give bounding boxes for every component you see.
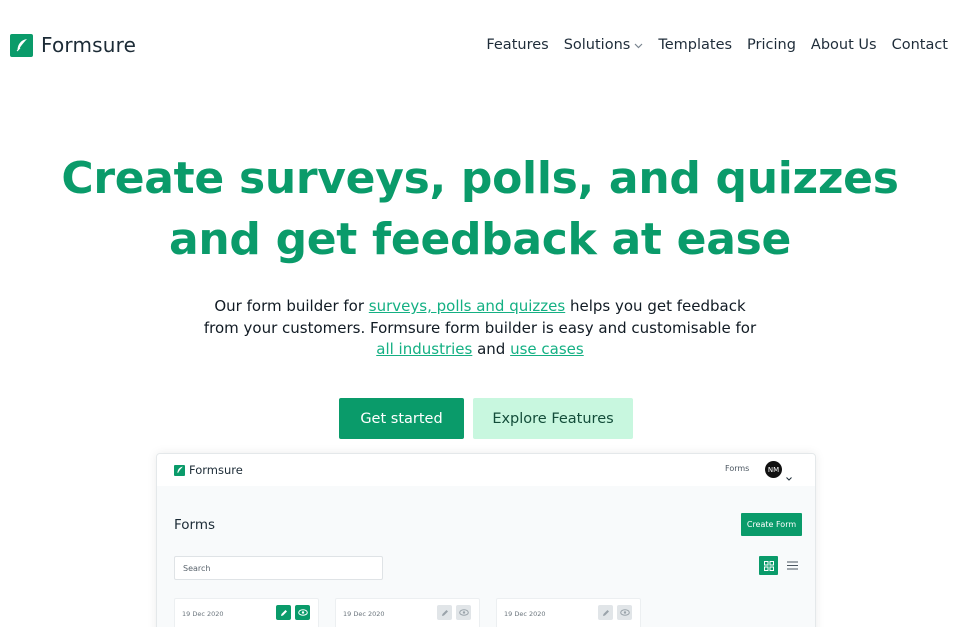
menu-item-label: Features [486,36,549,53]
preview-brand: Formsure [174,463,243,477]
menu-item-label: About Us [810,36,877,53]
menu-item-pricing[interactable]: Pricing [747,37,796,53]
preview-top-bar: Formsure Forms NM [157,454,815,486]
eye-icon [617,605,632,620]
preview-brand-name: Formsure [189,463,243,477]
menu-item-solutions[interactable]: Solutions [564,36,644,53]
explore-features-button[interactable]: Explore Features [473,398,633,439]
feather-logo-icon [10,33,33,57]
preview-create-form-button: Create Form [741,513,802,536]
main-menu: Features Solutions Templates Pricing Abo… [471,36,948,53]
use-cases-link[interactable]: use cases [510,340,584,358]
menu-item-label: Templates [658,36,733,53]
eye-icon [456,605,471,620]
edit-icon [276,605,291,620]
surveys-link[interactable]: surveys, polls and quizzes [369,297,565,315]
card-date: 19 Dec 2020 [343,610,385,618]
site-header: Formsure Features Solutions Templates Pr… [0,0,960,90]
preview-form-card: 19 Dec 2020 [496,598,641,627]
menu-item-label: Contact [891,36,948,53]
feather-logo-icon [174,464,185,476]
menu-item-features[interactable]: Features [486,37,548,53]
hero-title: Create surveys, polls, and quizzes and g… [0,148,960,270]
hero-description: Our form builder for surveys, polls and … [200,296,760,361]
menu-item-label: Pricing [747,36,796,53]
card-date: 19 Dec 2020 [504,610,546,618]
avatar: NM [765,461,782,478]
edit-icon [437,605,452,620]
menu-item-label: Solutions [563,36,631,53]
hero-title-line-2: and get feedback at ease [168,214,792,265]
eye-icon [295,605,310,620]
chevron-down-icon [786,466,792,485]
list-icon [785,558,799,572]
hero-desc-text: Our form builder for [214,297,369,315]
get-started-button[interactable]: Get started [339,398,464,439]
brand-name: Formsure [41,33,137,57]
menu-item-about-us[interactable]: About Us [811,37,877,53]
preview-search-input: Search [174,556,383,580]
preview-page-title: Forms [174,517,216,533]
chevron-down-icon [634,37,643,53]
hero-title-line-1: Create surveys, polls, and quizzes [61,153,899,204]
grid-icon [759,556,778,575]
preview-form-card: 19 Dec 2020 [335,598,480,627]
menu-item-contact[interactable]: Contact [892,37,948,53]
industries-link[interactable]: all industries [376,340,472,358]
preview-forms-link: Forms [725,464,750,473]
hero-desc-text: and [472,340,511,358]
brand-logo-link[interactable]: Formsure [10,33,136,57]
card-date: 19 Dec 2020 [182,610,224,618]
menu-item-templates[interactable]: Templates [658,37,732,53]
edit-icon [598,605,613,620]
app-preview-screenshot: Formsure Forms NM Forms Create Form Sear… [156,453,816,627]
preview-form-card: 19 Dec 2020 [174,598,319,627]
